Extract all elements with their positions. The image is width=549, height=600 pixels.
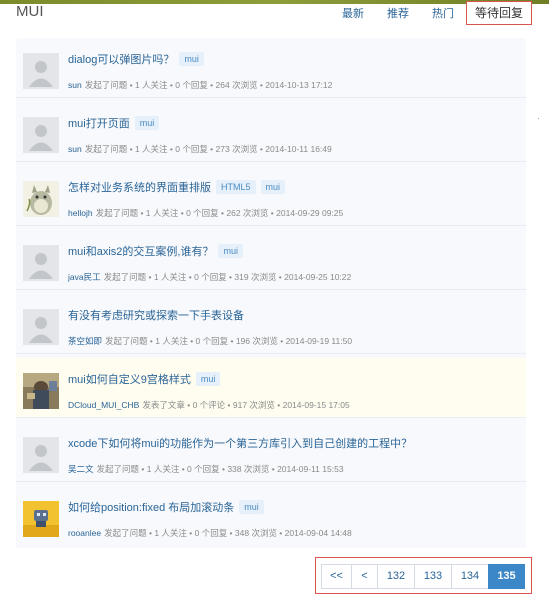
- topic-tag[interactable]: mui: [260, 180, 286, 194]
- default-avatar-icon[interactable]: [23, 245, 59, 281]
- topic-item: xcode下如何将mui的功能作为一个第三方库引入到自己创建的工程中？ 吴二文发…: [16, 422, 526, 482]
- topic-title[interactable]: dialog可以弹图片吗？: [68, 54, 174, 66]
- tab-recommended[interactable]: 推荐: [387, 6, 409, 22]
- topic-title[interactable]: 有没有考虑研究或探索一下手表设备: [68, 310, 244, 322]
- topic-item: 如何给position:fixed 布局加滚动条 mui rooanlee 发起了问…: [16, 486, 526, 546]
- page-button-135-current[interactable]: 135: [488, 564, 525, 589]
- topic-stats: • 0 个评论 • 917 次浏览 • 2014-09-15 17:05: [187, 400, 350, 410]
- topic-meta: 吴二文 发起了问题 • 1 人关注 • 0 个回复 • 338 次浏览 • 201…: [68, 463, 344, 475]
- first-page-button[interactable]: <<: [321, 564, 352, 589]
- topic-action: 发表了文章: [142, 400, 185, 410]
- topic-stats: • 1 人关注 • 0 个回复 • 262 次浏览 • 2014-09-29 0…: [140, 208, 344, 218]
- topic-action: 发起了问题: [105, 336, 148, 346]
- topic-author[interactable]: java民工: [68, 272, 101, 282]
- robot-avatar-icon[interactable]: [23, 501, 59, 537]
- tab-hot[interactable]: 热门: [432, 6, 454, 22]
- topic-list: dialog可以弹图片吗？ mui sun 发起了问题 • 1 人关注 • 0 个回…: [16, 38, 526, 548]
- divider: [16, 353, 526, 354]
- page-button-132[interactable]: 132: [377, 564, 415, 589]
- topic-title[interactable]: 怎样对业务系统的界面重排版: [68, 182, 211, 194]
- default-avatar-icon[interactable]: [23, 117, 59, 153]
- topic-stats: • 1 人关注 • 0 个回复 • 264 次浏览 • 2014-10-13 1…: [129, 80, 333, 90]
- topic-item: 怎样对业务系统的界面重排版 HTML5 mui hellojh 发起了问题 • 1 人…: [16, 166, 526, 226]
- topic-stats: • 1 人关注 • 0 个回复 • 196 次浏览 • 2014-09-19 1…: [149, 336, 353, 346]
- topic-item: dialog可以弹图片吗？ mui sun 发起了问题 • 1 人关注 • 0 个回…: [16, 38, 526, 98]
- page-button-133[interactable]: 133: [414, 564, 452, 589]
- topic-action: 发起了问题: [84, 80, 128, 90]
- scroll-marker: ·: [537, 113, 540, 123]
- topic-action: 发起了问题: [96, 464, 140, 474]
- topic-tag[interactable]: mui: [195, 372, 221, 386]
- topic-item: mui打开页面 mui sun 发起了问题 • 1 人关注 • 0 个回复 • 27…: [16, 102, 526, 162]
- topic-title[interactable]: 如何给position:fixed 布局加滚动条: [68, 502, 234, 514]
- topic-title[interactable]: mui如何自定义9宫格样式: [68, 374, 191, 386]
- tab-latest[interactable]: 最新: [342, 6, 364, 22]
- topic-title[interactable]: mui和axis2的交互案例,谁有？: [68, 246, 213, 258]
- topic-tag[interactable]: HTML5: [216, 180, 256, 194]
- topic-title[interactable]: xcode下如何将mui的功能作为一个第三方库引入到自己创建的工程中？: [68, 438, 412, 450]
- topic-filter-nav: 最新 推荐 热门 等待回复: [0, 0, 549, 30]
- tab-awaiting-reply[interactable]: 等待回复: [466, 1, 533, 25]
- topic-action: 发起了问题: [84, 144, 128, 154]
- divider: [16, 417, 526, 418]
- topic-stats: • 1 人关注 • 0 个回复 • 338 次浏览 • 2014-09-11 1…: [141, 464, 344, 474]
- divider: [16, 97, 526, 98]
- page-button-134[interactable]: 134: [451, 564, 489, 589]
- prev-page-button[interactable]: <: [351, 564, 378, 589]
- topic-author[interactable]: hellojh: [68, 208, 93, 218]
- topic-meta: java民工 发起了问题 • 1 人关注 • 0 个回复 • 319 次浏览 • …: [68, 271, 351, 283]
- default-avatar-icon[interactable]: [23, 437, 59, 473]
- topic-stats: • 1 人关注 • 0 个回复 • 273 次浏览 • 2014-10-11 1…: [129, 144, 332, 154]
- topic-meta: rooanlee 发起了问题 • 1 人关注 • 0 个回复 • 348 次浏览 …: [68, 527, 352, 539]
- divider: [16, 161, 526, 162]
- topic-action: 发起了问题: [104, 528, 147, 538]
- topic-author[interactable]: sun: [68, 80, 82, 90]
- topic-meta: sun 发起了问题 • 1 人关注 • 0 个回复 • 273 次浏览 • 201…: [68, 143, 332, 155]
- topic-action: 发起了问题: [95, 208, 139, 218]
- topic-item: mui如何自定义9宫格样式 mui DCloud_MUI_CHB 发表了文章 • 0…: [16, 358, 526, 418]
- topic-item: mui和axis2的交互案例,谁有？ mui java民工 发起了问题 • 1 人关…: [16, 230, 526, 290]
- topic-tag[interactable]: mui: [239, 500, 264, 514]
- topic-meta: 茶空如即 发起了问题 • 1 人关注 • 0 个回复 • 196 次浏览 • 20…: [68, 335, 352, 347]
- topic-tag[interactable]: mui: [179, 52, 204, 66]
- totoro-avatar-icon[interactable]: [23, 181, 59, 217]
- topic-action: 发起了问题: [103, 272, 147, 282]
- default-avatar-icon[interactable]: [23, 53, 59, 89]
- topic-author[interactable]: 茶空如即: [68, 336, 102, 346]
- default-avatar-icon[interactable]: [23, 309, 59, 345]
- topic-stats: • 1 人关注 • 0 个回复 • 319 次浏览 • 2014-09-25 1…: [148, 272, 352, 282]
- topic-title[interactable]: mui打开页面: [68, 118, 130, 130]
- topic-author[interactable]: sun: [68, 144, 82, 154]
- topic-tag[interactable]: mui: [134, 116, 160, 130]
- photo-avatar-icon[interactable]: [23, 373, 59, 409]
- divider: [16, 225, 526, 226]
- topic-author[interactable]: rooanlee: [68, 528, 101, 538]
- topic-item: 有没有考虑研究或探索一下手表设备 茶空如即 发起了问题 • 1 人关注 • 0 个…: [16, 294, 526, 354]
- topic-author[interactable]: DCloud_MUI_CHB: [68, 400, 139, 410]
- topic-stats: • 1 人关注 • 0 个回复 • 348 次浏览 • 2014-09-04 1…: [148, 528, 352, 538]
- divider: [16, 289, 526, 290]
- topic-tag[interactable]: mui: [218, 244, 243, 258]
- topic-meta: DCloud_MUI_CHB 发表了文章 • 0 个评论 • 917 次浏览 • …: [68, 399, 350, 411]
- divider: [16, 481, 526, 482]
- topic-author[interactable]: 吴二文: [68, 464, 94, 474]
- topic-meta: hellojh 发起了问题 • 1 人关注 • 0 个回复 • 262 次浏览 •…: [68, 207, 343, 219]
- topic-meta: sun 发起了问题 • 1 人关注 • 0 个回复 • 264 次浏览 • 201…: [68, 79, 332, 91]
